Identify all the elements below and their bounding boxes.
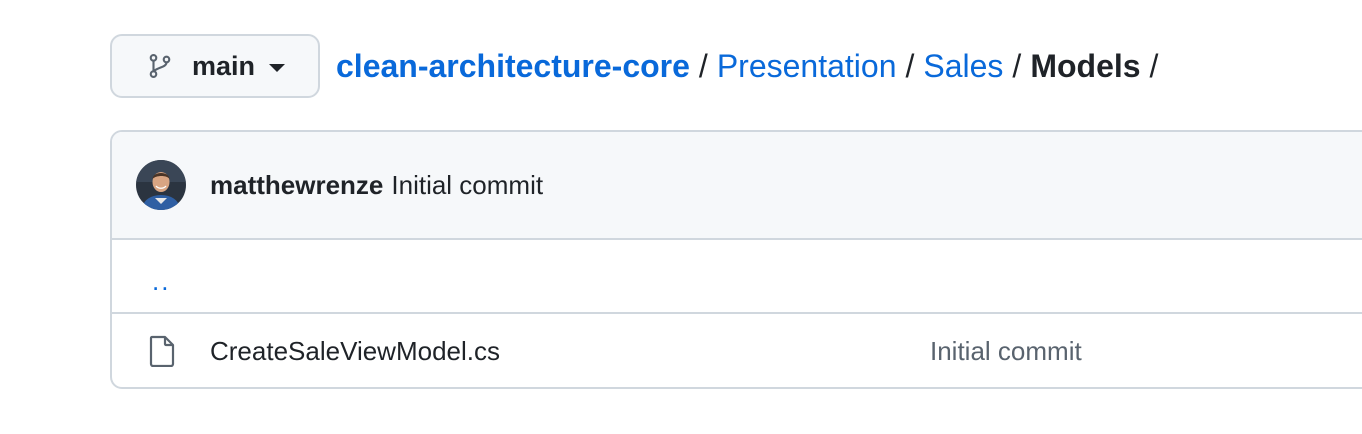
breadcrumb-item-sales[interactable]: Sales [923,48,1003,85]
file-commit-message-link[interactable]: Initial commit [930,336,1082,367]
breadcrumb-separator: / [1012,47,1022,84]
file-row[interactable]: CreateSaleViewModel.cs Initial commit [112,314,1362,387]
repo-nav-bar: main clean-architecture-core / Presentat… [110,34,1158,98]
breadcrumb-trailing-separator: / [1149,47,1159,84]
file-name-link[interactable]: CreateSaleViewModel.cs [210,336,930,367]
breadcrumb-repo-link[interactable]: clean-architecture-core [336,48,690,85]
branch-name: main [192,50,256,81]
git-branch-icon [146,52,174,80]
commit-message-link[interactable]: Initial commit [391,170,543,201]
commit-author-link[interactable]: matthewrenze [210,170,383,201]
file-list-box: matthewrenze Initial commit .. CreateSal… [110,130,1362,389]
parent-directory-row[interactable]: .. [112,240,1362,314]
breadcrumb-item-presentation[interactable]: Presentation [717,48,897,85]
triangle-down-icon [269,64,286,72]
breadcrumb-separator: / [698,47,708,84]
branch-selector-button[interactable]: main [110,34,320,98]
breadcrumb: clean-architecture-core / Presentation /… [336,48,1158,85]
breadcrumb-separator: / [905,47,915,84]
breadcrumb-current-folder: Models [1030,47,1141,84]
latest-commit-header: matthewrenze Initial commit [112,132,1362,240]
file-icon [148,335,176,367]
parent-directory-link[interactable]: .. [152,266,170,297]
user-avatar[interactable] [136,160,186,210]
